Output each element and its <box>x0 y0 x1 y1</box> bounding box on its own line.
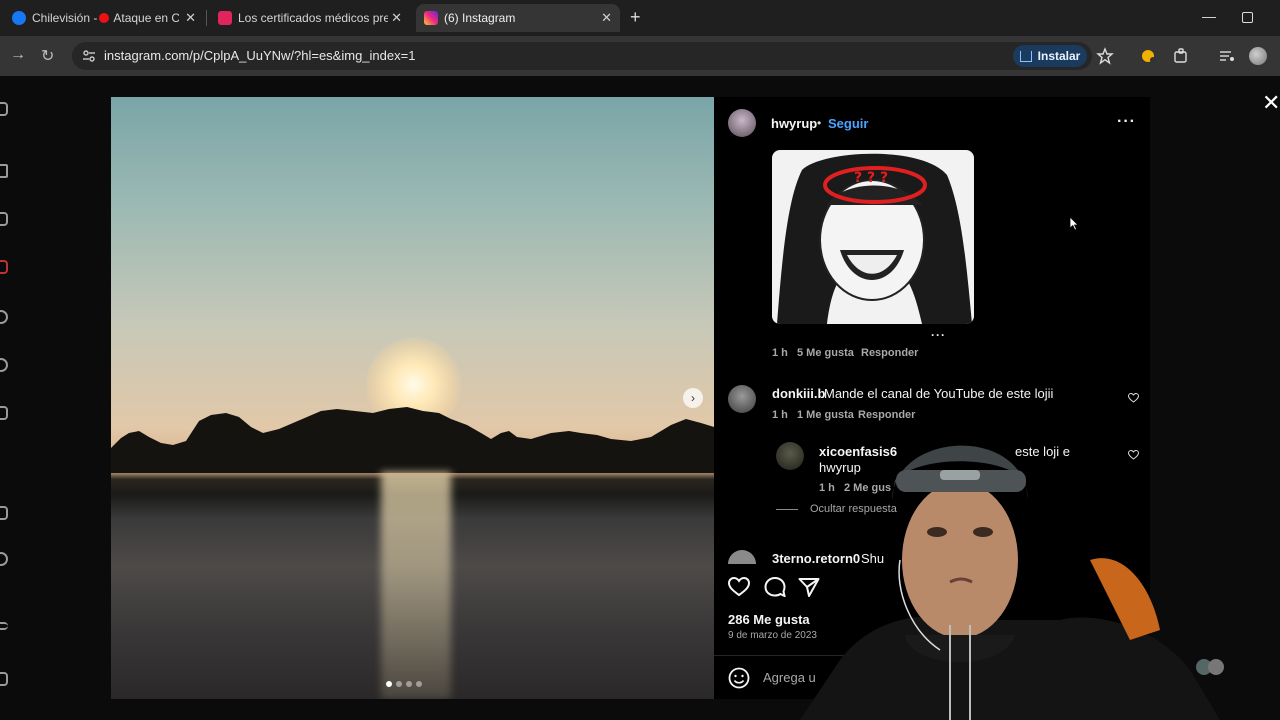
comment-time: 1 h <box>772 347 788 359</box>
puzzle-extensions-icon[interactable] <box>1172 47 1190 65</box>
reload-icon[interactable]: ↻ <box>41 46 54 66</box>
author-avatar[interactable] <box>728 109 756 137</box>
comment-time: 1 h <box>772 409 788 421</box>
like-comment-icon[interactable] <box>1128 393 1139 403</box>
commenter-avatar[interactable] <box>728 385 756 413</box>
comment-likes[interactable]: 5 Me gusta <box>797 347 854 359</box>
mouse-cursor-icon <box>1069 216 1079 231</box>
comment-icon[interactable] <box>764 577 786 597</box>
replies-line <box>776 509 798 510</box>
sun-reflection <box>381 472 451 699</box>
search-icon[interactable] <box>0 310 8 324</box>
recording-dot-icon <box>99 13 110 23</box>
forward-icon[interactable]: → <box>10 46 26 64</box>
address-bar[interactable]: instagram.com/p/CplpA_UuYNw/?hl=es&img_i… <box>72 42 1092 70</box>
svg-text:? ? ?: ? ? ? <box>854 170 888 186</box>
tab-chilevision[interactable]: Chilevisión - Ataque en Cal ✕ <box>4 4 204 32</box>
reels-icon[interactable] <box>0 212 8 226</box>
messages-icon[interactable] <box>0 406 8 420</box>
extension-icon[interactable] <box>1140 47 1158 65</box>
restore-window-icon[interactable] <box>1242 12 1253 23</box>
install-icon <box>1019 50 1032 62</box>
bookmark-star-icon[interactable] <box>1096 47 1114 65</box>
home-icon[interactable] <box>0 164 8 178</box>
news-site-icon <box>218 11 232 25</box>
sticker-more-icon[interactable]: ··· <box>931 328 946 342</box>
site-settings-icon[interactable] <box>82 49 96 63</box>
explore-icon[interactable] <box>0 358 8 372</box>
instagram-left-nav <box>0 76 14 720</box>
post-image[interactable]: › <box>111 97 714 699</box>
browser-tab-bar: Chilevisión - Ataque en Cal ✕ Los certif… <box>0 0 1280 36</box>
menu-icon[interactable] <box>0 622 8 630</box>
author-username[interactable]: hwyrup <box>771 116 817 131</box>
install-app-button[interactable]: Instalar <box>1013 45 1087 67</box>
notifications-icon[interactable] <box>0 260 8 274</box>
comment-text: Mande el canal de YouTube de este lojii <box>824 386 1054 401</box>
tab-instagram[interactable]: (6) Instagram ✕ <box>416 4 620 32</box>
more-options-icon[interactable]: ··· <box>1117 113 1136 131</box>
close-tab-icon[interactable]: ✕ <box>601 10 612 26</box>
close-modal-icon[interactable]: ✕ <box>1262 90 1280 116</box>
facebook-icon <box>12 11 26 25</box>
comment-sticker-image[interactable]: ? ? ? <box>772 150 974 324</box>
active-viewers-avatars <box>1196 657 1236 677</box>
minimize-icon[interactable]: — <box>1202 8 1216 24</box>
close-tab-icon[interactable]: ✕ <box>391 10 402 26</box>
browser-toolbar: → ↻ instagram.com/p/CplpA_UuYNw/?hl=es&i… <box>0 36 1280 76</box>
create-icon[interactable] <box>0 506 8 520</box>
profile-icon[interactable] <box>0 552 8 566</box>
like-count[interactable]: 286 Me gusta <box>728 612 810 627</box>
webcam-overlay <box>800 445 1220 720</box>
follow-button[interactable]: Seguir <box>828 116 868 131</box>
close-tab-icon[interactable]: ✕ <box>185 10 196 26</box>
instagram-logo-icon[interactable] <box>0 102 8 116</box>
threads-icon[interactable] <box>0 672 8 686</box>
commenter-username[interactable]: donkiii.b <box>772 386 825 401</box>
like-icon[interactable] <box>728 577 750 597</box>
new-tab-icon[interactable]: + <box>630 7 641 28</box>
tree-line <box>111 407 714 473</box>
reply-button[interactable]: Responder <box>861 347 918 359</box>
instagram-icon <box>424 11 438 25</box>
separator-dot: • <box>817 116 822 130</box>
media-controls-icon[interactable] <box>1218 47 1236 65</box>
profile-avatar[interactable] <box>1249 47 1267 65</box>
next-image-button[interactable]: › <box>683 388 703 408</box>
url-text: instagram.com/p/CplpA_UuYNw/?hl=es&img_i… <box>104 48 416 63</box>
emoji-icon[interactable] <box>728 667 750 689</box>
carousel-dots <box>386 681 422 687</box>
tab-certificados[interactable]: Los certificados médicos presen ✕ <box>210 4 410 32</box>
